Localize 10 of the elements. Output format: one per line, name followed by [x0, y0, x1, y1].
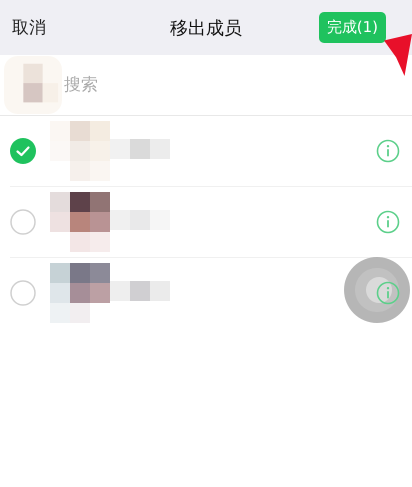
checkbox-checked-icon[interactable]	[10, 138, 36, 164]
touch-indicator-icon	[344, 257, 410, 323]
page-title: 移出成员	[170, 16, 242, 40]
info-icon[interactable]	[376, 281, 400, 305]
checkbox-icon[interactable]	[10, 209, 36, 235]
cancel-button[interactable]: 取消	[12, 16, 46, 39]
checkbox-icon[interactable]	[10, 280, 36, 306]
search-field[interactable]: 搜索	[62, 71, 216, 99]
info-icon[interactable]	[376, 139, 400, 163]
info-icon[interactable]	[376, 210, 400, 234]
